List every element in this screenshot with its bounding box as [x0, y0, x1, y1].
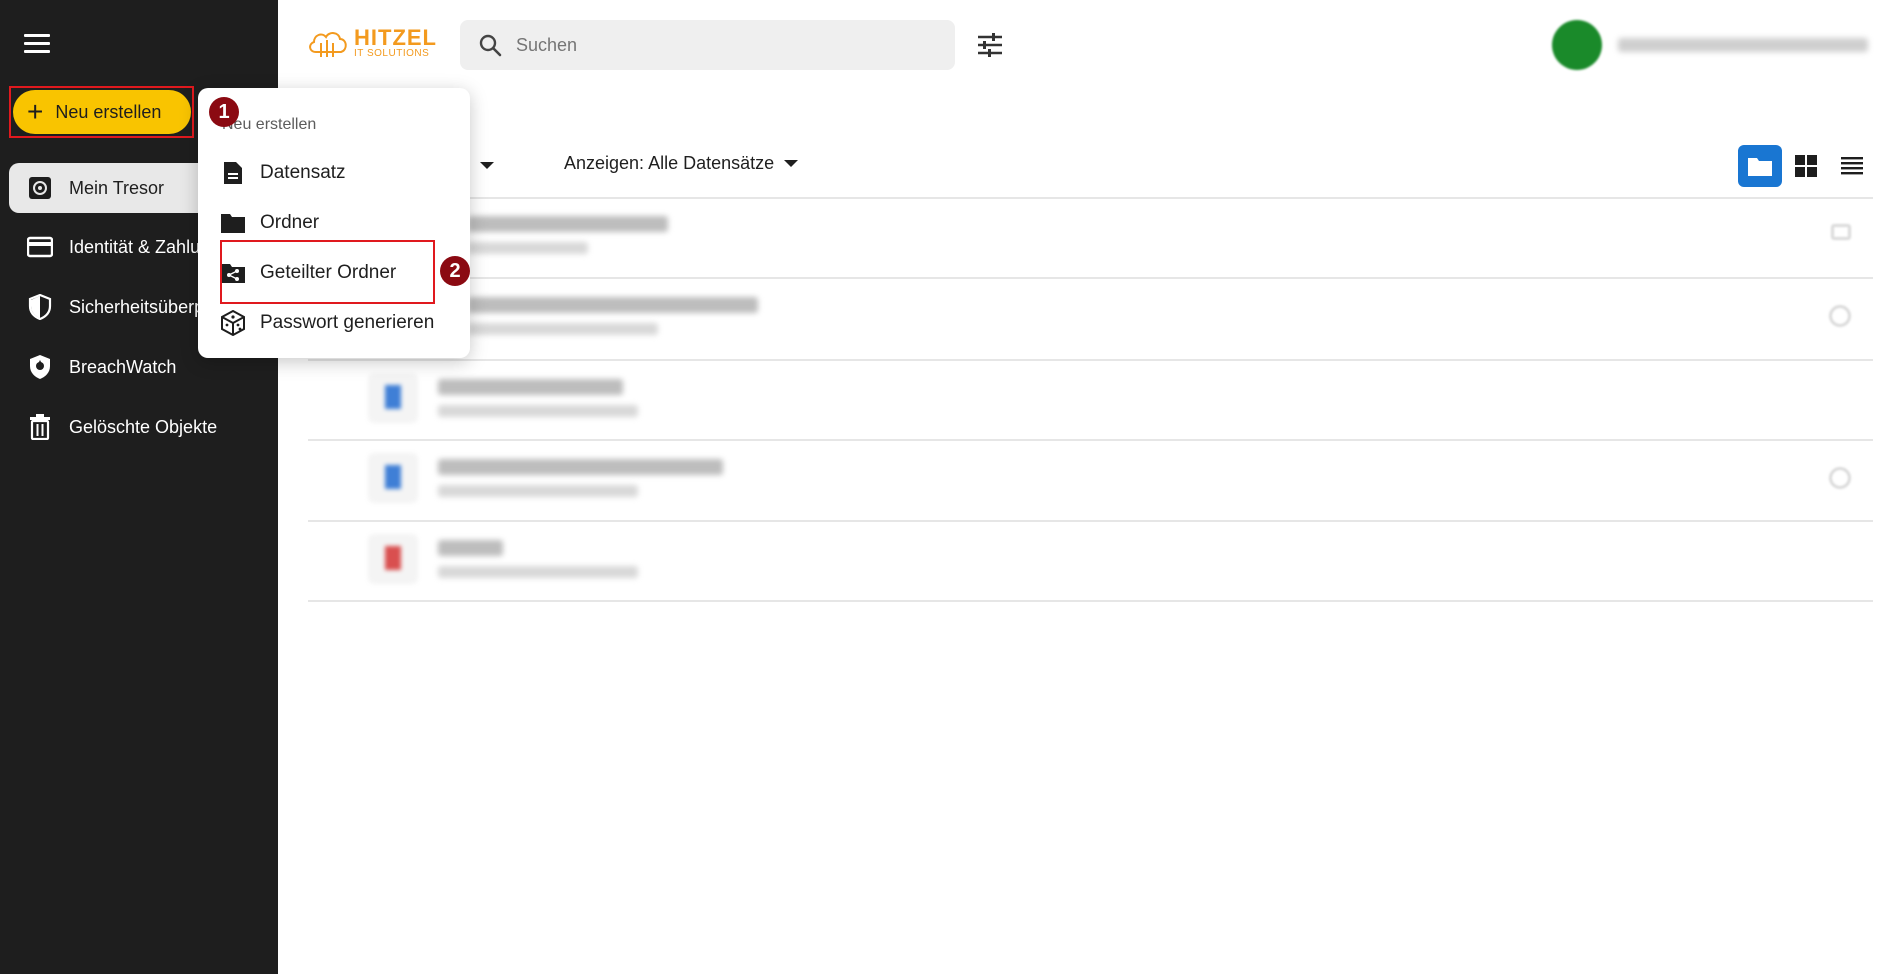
menu-item-label: Passwort generieren — [260, 312, 435, 333]
show-filter-label: Anzeigen: Alle Datensätze — [564, 153, 775, 173]
search-icon — [479, 34, 502, 57]
record-icon — [368, 373, 418, 423]
redacted-title — [468, 297, 758, 313]
list-item[interactable] — [308, 200, 1873, 278]
list-divider — [308, 197, 1873, 199]
new-create-button-label: Neu erstellen — [55, 101, 162, 122]
redacted-title — [438, 379, 623, 395]
shield-icon — [27, 294, 53, 320]
avatar — [1552, 20, 1602, 70]
list-item[interactable] — [308, 443, 1873, 521]
list-item[interactable] — [308, 281, 1873, 359]
grid-icon — [1795, 155, 1817, 177]
redacted-subtitle — [438, 485, 638, 497]
row-action-icon[interactable] — [1829, 305, 1851, 327]
folder-view-button[interactable] — [1738, 145, 1782, 187]
redacted-subtitle — [438, 405, 638, 417]
menu-item-record[interactable]: Datensatz — [220, 153, 450, 193]
chevron-down-icon — [784, 160, 799, 167]
sidebar-item-label: BreachWatch — [69, 356, 177, 377]
logo-name: HITZEL — [354, 25, 437, 50]
hamburger-menu-icon[interactable] — [24, 34, 50, 54]
list-item[interactable] — [308, 524, 1873, 602]
menu-item-generate-password[interactable]: Passwort generieren — [220, 303, 450, 343]
logo-tagline: IT SOLUTIONS — [354, 48, 430, 59]
grid-view-button[interactable] — [1784, 145, 1828, 187]
list-divider — [308, 359, 1873, 361]
company-logo[interactable]: HITZEL IT SOLUTIONS — [306, 26, 437, 60]
search-input[interactable] — [516, 34, 936, 56]
record-icon — [368, 534, 418, 584]
redacted-title — [468, 216, 668, 232]
folder-icon — [220, 210, 246, 236]
redacted-title — [438, 540, 503, 556]
vault-icon — [27, 175, 53, 201]
redacted-subtitle — [468, 323, 658, 335]
new-create-button[interactable]: + Neu erstellen — [13, 90, 191, 134]
breachwatch-icon — [27, 354, 53, 380]
new-create-menu: Neu erstellen Datensatz Ordner Geteilter… — [198, 88, 470, 358]
annotation-step-2-badge: 2 — [440, 256, 470, 286]
annotation-highlight-shared-folder — [220, 240, 435, 304]
logo-cloud-icon — [309, 32, 347, 57]
menu-item-folder[interactable]: Ordner — [220, 203, 450, 243]
show-filter-dropdown[interactable]: Anzeigen: Alle Datensätze — [564, 153, 799, 174]
document-icon — [220, 160, 246, 186]
search-bar[interactable] — [460, 20, 955, 70]
sidebar-item-label: Gelöschte Objekte — [69, 416, 218, 437]
plus-icon: + — [27, 96, 44, 127]
dice-icon — [220, 310, 246, 336]
user-name-redacted — [1618, 38, 1868, 52]
menu-item-label: Ordner — [260, 212, 320, 233]
sidebar-item-deleted-items[interactable]: Gelöschte Objekte — [9, 402, 278, 452]
list-divider — [308, 600, 1873, 602]
annotation-step-1-badge: 1 — [209, 97, 239, 127]
trash-icon — [27, 414, 53, 440]
list-view-button[interactable] — [1830, 145, 1874, 187]
list-divider — [308, 439, 1873, 441]
list-icon — [1841, 157, 1863, 175]
redacted-title — [438, 459, 723, 475]
sidebar-item-label: Mein Tresor — [69, 177, 165, 198]
menu-item-label: Datensatz — [260, 162, 346, 183]
record-icon — [368, 453, 418, 503]
list-divider — [308, 520, 1873, 522]
list-item[interactable] — [308, 363, 1873, 441]
redacted-subtitle — [438, 566, 638, 578]
user-account-menu[interactable] — [1552, 20, 1868, 70]
list-divider — [308, 277, 1873, 279]
filter-settings-icon[interactable] — [976, 32, 1004, 58]
redacted-subtitle — [468, 242, 588, 254]
chevron-down-icon — [480, 162, 495, 169]
credit-card-icon — [27, 234, 53, 260]
row-action-icon[interactable] — [1829, 467, 1851, 489]
folder-icon — [1748, 158, 1772, 176]
share-icon[interactable] — [1831, 224, 1851, 240]
